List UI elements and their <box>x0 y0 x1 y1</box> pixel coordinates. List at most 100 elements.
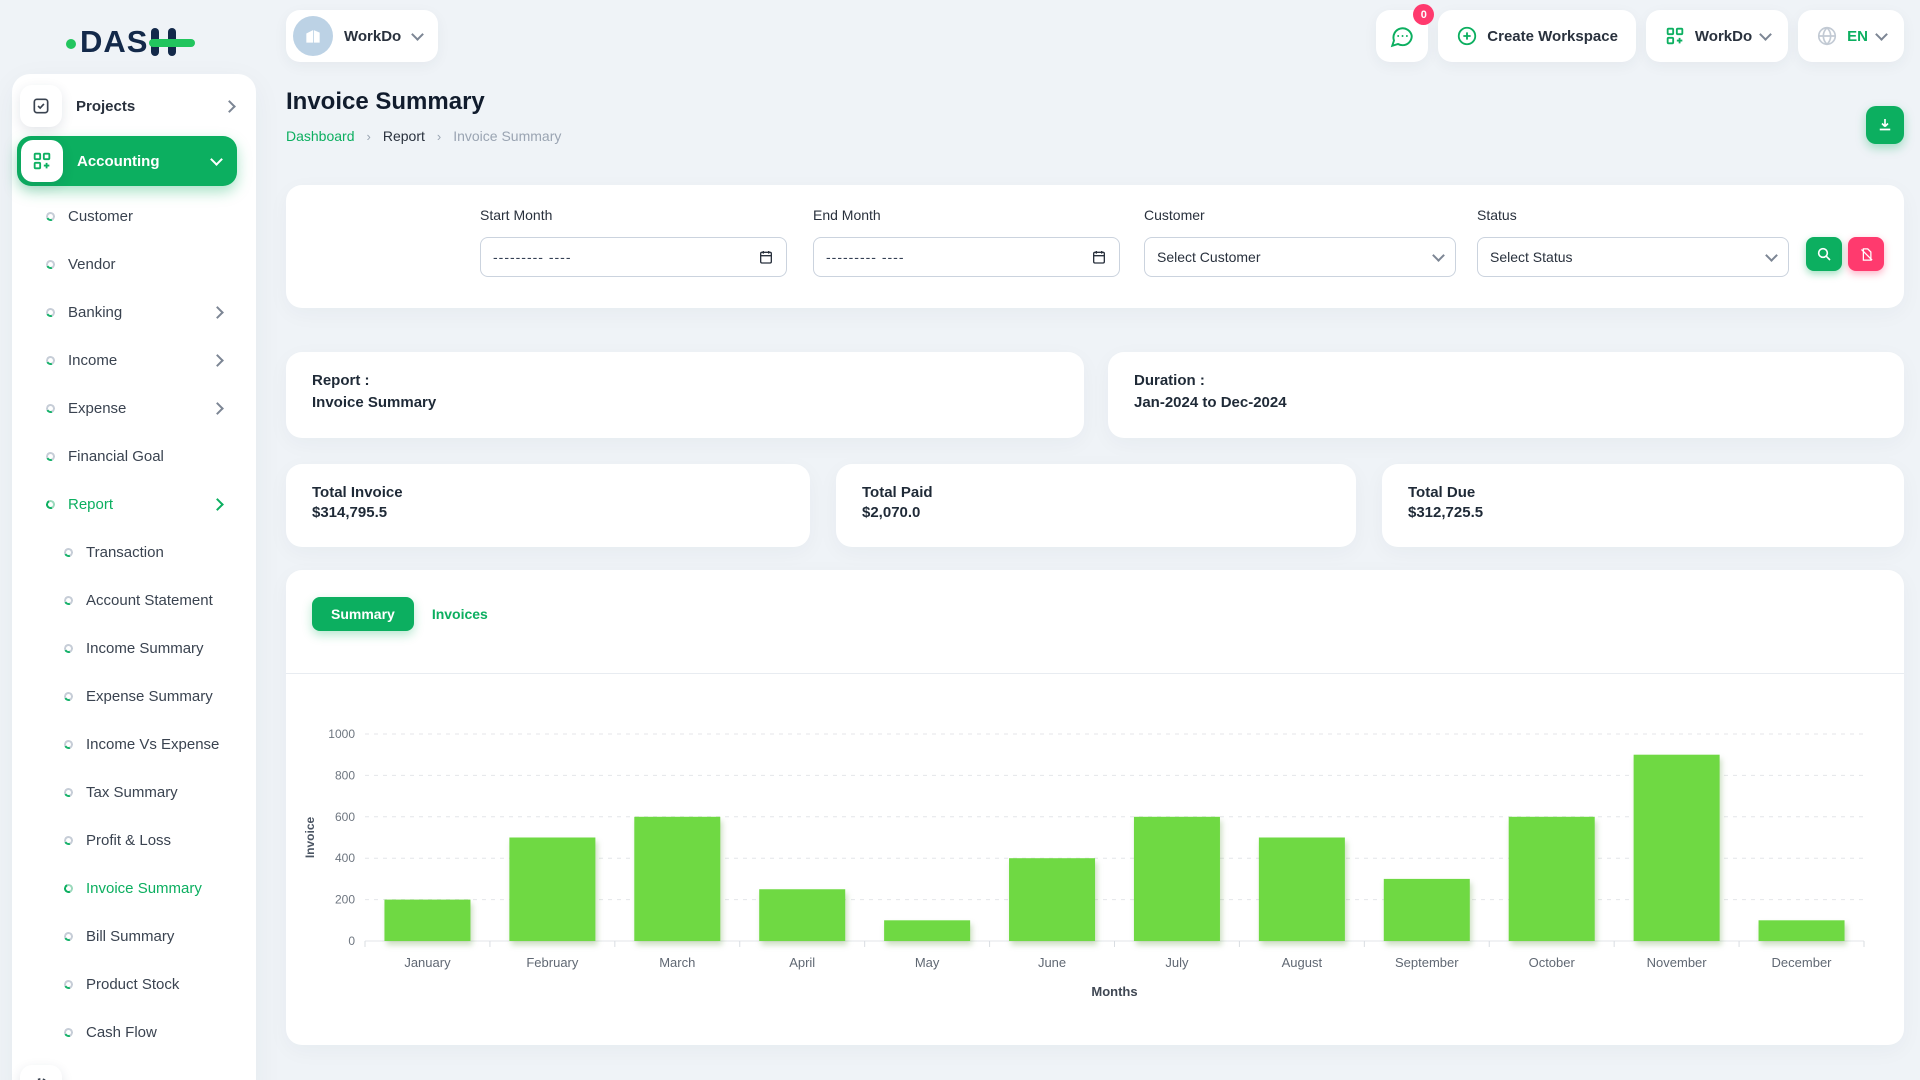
bar-December[interactable] <box>1759 920 1845 941</box>
sidebar-item-accounting[interactable]: Accounting <box>17 136 237 186</box>
bar-September[interactable] <box>1384 879 1470 941</box>
sidebar-item-expense-summary[interactable]: Expense Summary <box>12 672 256 720</box>
chevron-right-icon <box>211 498 224 511</box>
breadcrumb-report[interactable]: Report <box>383 128 425 144</box>
workspace-selector[interactable]: WorkDo <box>286 10 438 62</box>
y-tick-label: 600 <box>335 810 355 824</box>
breadcrumb-current: Invoice Summary <box>453 128 561 144</box>
bar-January[interactable] <box>384 900 470 941</box>
y-tick-label: 800 <box>335 768 355 782</box>
bar-November[interactable] <box>1634 755 1720 941</box>
workdo-menu-button[interactable]: WorkDo <box>1646 10 1788 62</box>
sidebar-item-cash-flow[interactable]: Cash Flow <box>12 1008 256 1056</box>
sidebar-item-income-summary[interactable]: Income Summary <box>12 624 256 672</box>
sidebar-item-financial-goal[interactable]: Financial Goal <box>12 432 256 480</box>
sidebar-item-invoice-summary[interactable]: Invoice Summary <box>12 864 256 912</box>
customer-group: Customer Select Customer <box>1144 185 1456 308</box>
sidebar-item-transaction[interactable]: Transaction <box>12 528 256 576</box>
end-month-label: End Month <box>813 207 881 223</box>
duration-info-label: Duration : <box>1134 372 1878 389</box>
total-due-card: Total Due $312,725.5 <box>1382 464 1904 547</box>
bullet-icon <box>63 690 75 702</box>
invoice-bar-chart: 02004006008001000JanuaryFebruaryMarchApr… <box>300 710 1880 1020</box>
y-tick-label: 1000 <box>328 727 355 741</box>
report-info-label: Report : <box>312 372 1058 389</box>
logo-dot <box>66 39 76 49</box>
logo-text: DAS <box>80 24 148 60</box>
x-tick-label: February <box>526 955 579 970</box>
sidebar-item-report[interactable]: Report <box>12 480 256 528</box>
bar-June[interactable] <box>1009 858 1095 941</box>
dash-logo[interactable]: DAS <box>66 24 189 60</box>
report-info-value: Invoice Summary <box>312 394 1058 411</box>
sidebar-item-customer[interactable]: Customer <box>12 192 256 240</box>
customer-select[interactable]: Select Customer <box>1144 237 1456 277</box>
duration-info-value: Jan-2024 to Dec-2024 <box>1134 394 1878 411</box>
workspace-avatar <box>293 16 333 56</box>
sidebar-item-vendor[interactable]: Vendor <box>12 240 256 288</box>
topbar-actions: 0 Create Workspace WorkDo EN <box>1376 10 1904 62</box>
download-button[interactable] <box>1866 106 1904 144</box>
reset-filter-button[interactable] <box>1848 237 1884 271</box>
end-month-input[interactable]: --------- ---- <box>813 237 1120 277</box>
search-button[interactable] <box>1806 237 1842 271</box>
total-paid-value: $2,070.0 <box>862 504 1330 521</box>
bullet-icon <box>63 786 75 798</box>
sidebar-item-bill-summary[interactable]: Bill Summary <box>12 912 256 960</box>
bullet-icon <box>63 642 75 654</box>
bar-October[interactable] <box>1509 817 1595 941</box>
bar-March[interactable] <box>634 817 720 941</box>
create-workspace-button[interactable]: Create Workspace <box>1438 10 1636 62</box>
total-due-label: Total Due <box>1408 484 1878 501</box>
sidebar-item-tax-summary[interactable]: Tax Summary <box>12 768 256 816</box>
breadcrumb-dashboard[interactable]: Dashboard <box>286 128 355 144</box>
y-tick-label: 200 <box>335 893 355 907</box>
sidebar-item-account-statement[interactable]: Account Statement <box>12 576 256 624</box>
bullet-icon <box>45 450 57 462</box>
y-tick-label: 400 <box>335 851 355 865</box>
x-tick-label: September <box>1395 955 1459 970</box>
total-paid-label: Total Paid <box>862 484 1330 501</box>
sidebar-item-profit-loss[interactable]: Profit & Loss <box>12 816 256 864</box>
status-label: Status <box>1477 207 1517 223</box>
sidebar-item-label: Accounting <box>77 153 212 170</box>
bar-April[interactable] <box>759 889 845 941</box>
sidebar-item-income[interactable]: Income <box>12 336 256 384</box>
create-workspace-label: Create Workspace <box>1487 28 1618 45</box>
notifications-button[interactable]: 0 <box>1376 10 1428 62</box>
bar-August[interactable] <box>1259 838 1345 942</box>
customer-label: Customer <box>1144 207 1205 223</box>
end-month-group: End Month --------- ---- <box>813 185 1120 308</box>
bullet-icon <box>63 546 75 558</box>
workspace-name: WorkDo <box>344 28 401 45</box>
sidebar-item-product-stock[interactable]: Product Stock <box>12 960 256 1008</box>
start-month-input[interactable]: --------- ---- <box>480 237 787 277</box>
tab-invoices[interactable]: Invoices <box>432 606 488 622</box>
checkbox-icon <box>20 85 62 127</box>
bar-July[interactable] <box>1134 817 1220 941</box>
chat-bubble-icon <box>1389 23 1415 49</box>
bullet-icon <box>45 498 57 510</box>
x-tick-label: November <box>1647 955 1708 970</box>
sidebar-item-banking[interactable]: Banking <box>12 288 256 336</box>
sidebar-item-hrm[interactable]: HRM <box>20 1062 246 1080</box>
sidebar-item-income-vs-expense[interactable]: Income Vs Expense <box>12 720 256 768</box>
accounting-submenu: Customer Vendor Banking Income Expense F… <box>12 192 256 1056</box>
status-select[interactable]: Select Status <box>1477 237 1789 277</box>
sidebar-item-expense[interactable]: Expense <box>12 384 256 432</box>
total-invoice-card: Total Invoice $314,795.5 <box>286 464 810 547</box>
tab-summary[interactable]: Summary <box>312 597 414 631</box>
bar-May[interactable] <box>884 920 970 941</box>
start-month-group: Start Month --------- ---- <box>480 185 787 308</box>
total-due-value: $312,725.5 <box>1408 504 1878 521</box>
bar-February[interactable] <box>509 838 595 942</box>
sidebar-item-label: Projects <box>76 98 225 115</box>
breadcrumb-separator: › <box>367 129 371 144</box>
x-tick-label: May <box>915 955 940 970</box>
bullet-icon <box>63 930 75 942</box>
sidebar-item-projects[interactable]: Projects <box>20 82 246 130</box>
x-tick-label: August <box>1282 955 1323 970</box>
bullet-icon <box>63 834 75 846</box>
language-selector[interactable]: EN <box>1798 10 1904 62</box>
y-axis-title: Invoice <box>303 817 317 859</box>
